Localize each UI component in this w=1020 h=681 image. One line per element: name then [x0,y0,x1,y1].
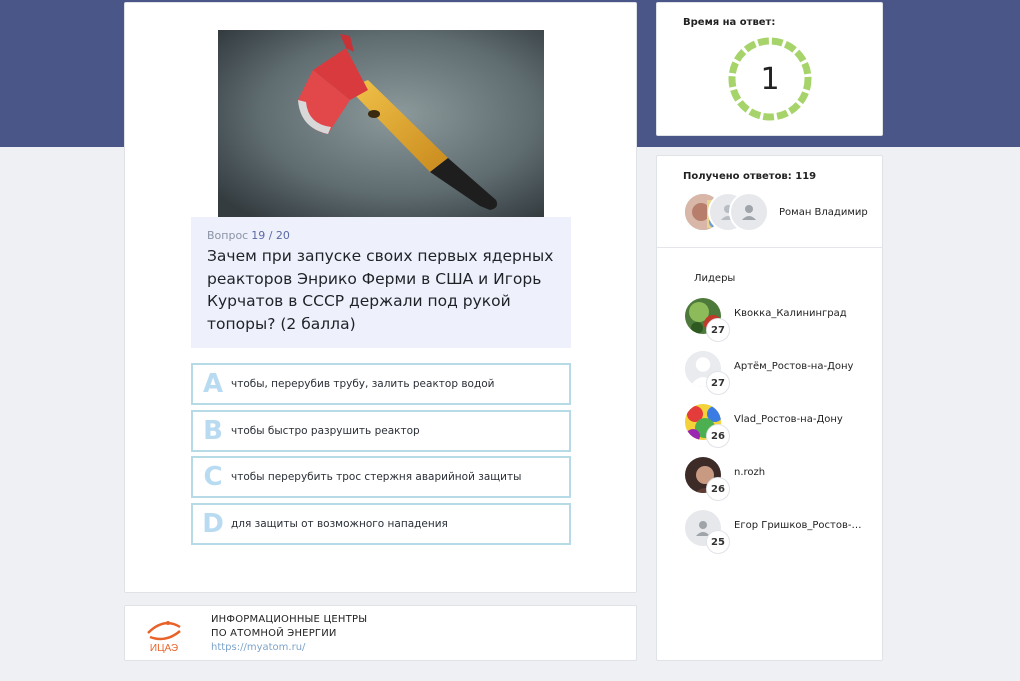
answer-option-d[interactable]: D для защиты от возможного нападения [191,503,571,545]
fire-axe-image [218,30,544,218]
question-meta: Вопрос 19 / 20 [207,229,555,242]
svg-text:ИЦАЭ: ИЦАЭ [150,643,178,654]
answer-text: чтобы перерубить трос стержня аварийной … [231,471,522,483]
answer-letter: D [202,509,224,539]
responses-card: Получено ответов: 119 Роман Владимир Лид… [656,155,883,661]
answer-text: для защиты от возможного нападения [231,518,448,530]
leader-name: Артём_Ростов-на-Дону [734,361,854,372]
leader-score: 27 [706,371,730,395]
question-number: 19 / 20 [251,229,290,242]
question-label: Вопрос [207,229,249,242]
leader-name: Квокка_Калининград [734,308,847,319]
user-avatar-icon [729,192,769,232]
footer-org-line2: ПО АТОМНОЙ ЭНЕРГИИ [211,628,337,639]
footer-org-line1: ИНФОРМАЦИОННЫЕ ЦЕНТРЫ [211,614,368,625]
answer-option-c[interactable]: C чтобы перерубить трос стержня аварийно… [191,456,571,498]
leader-item[interactable]: Квокка_Калининград 27 [683,296,878,344]
quiz-card: Вопрос 19 / 20 Зачем при запуске своих пе… [124,2,637,593]
answer-letter: C [203,462,223,492]
timer-value: 1 [760,61,780,97]
footer-card: ИЦАЭ ИНФОРМАЦИОННЫЕ ЦЕНТРЫ ПО АТОМНОЙ ЭН… [124,605,637,661]
leader-item[interactable]: n.rozh 26 [683,455,878,503]
question-box: Вопрос 19 / 20 Зачем при запуске своих пе… [191,217,571,348]
answers-count: Получено ответов: 119 [683,171,817,182]
leader-score: 27 [706,318,730,342]
divider [657,247,882,248]
latest-responder-name: Роман Владимир [779,207,868,218]
leader-name: Егор Гришков_Ростов-на-Дону [734,520,864,531]
leader-score: 26 [706,424,730,448]
leader-name: n.rozh [734,467,766,478]
answer-text: чтобы, перерубив трубу, залить реактор в… [231,378,495,390]
leader-score: 26 [706,477,730,501]
answer-letter: B [203,416,223,446]
timer-label: Время на ответ: [683,17,776,28]
leader-score: 25 [706,530,730,554]
leaders-title: Лидеры [694,273,736,284]
footer-link[interactable]: https://myatom.ru/ [211,642,305,653]
leader-item[interactable]: Артём_Ростов-на-Дону 27 [683,349,878,397]
question-text: Зачем при запуске своих первых ядерных р… [207,247,554,333]
leader-item[interactable]: Егор Гришков_Ростов-на-Дону 25 [683,508,878,556]
answer-option-a[interactable]: A чтобы, перерубив трубу, залить реактор… [191,363,571,405]
answer-text: чтобы быстро разрушить реактор [231,425,420,437]
answer-letter: A [202,369,224,399]
leader-name: Vlad_Ростов-на-Дону [734,414,843,425]
icae-logo[interactable]: ИЦАЭ [142,613,186,655]
answer-option-b[interactable]: B чтобы быстро разрушить реактор [191,410,571,452]
timer-card: Время на ответ: 1 [656,2,883,136]
leader-item[interactable]: Vlad_Ростов-на-Дону 26 [683,402,878,450]
